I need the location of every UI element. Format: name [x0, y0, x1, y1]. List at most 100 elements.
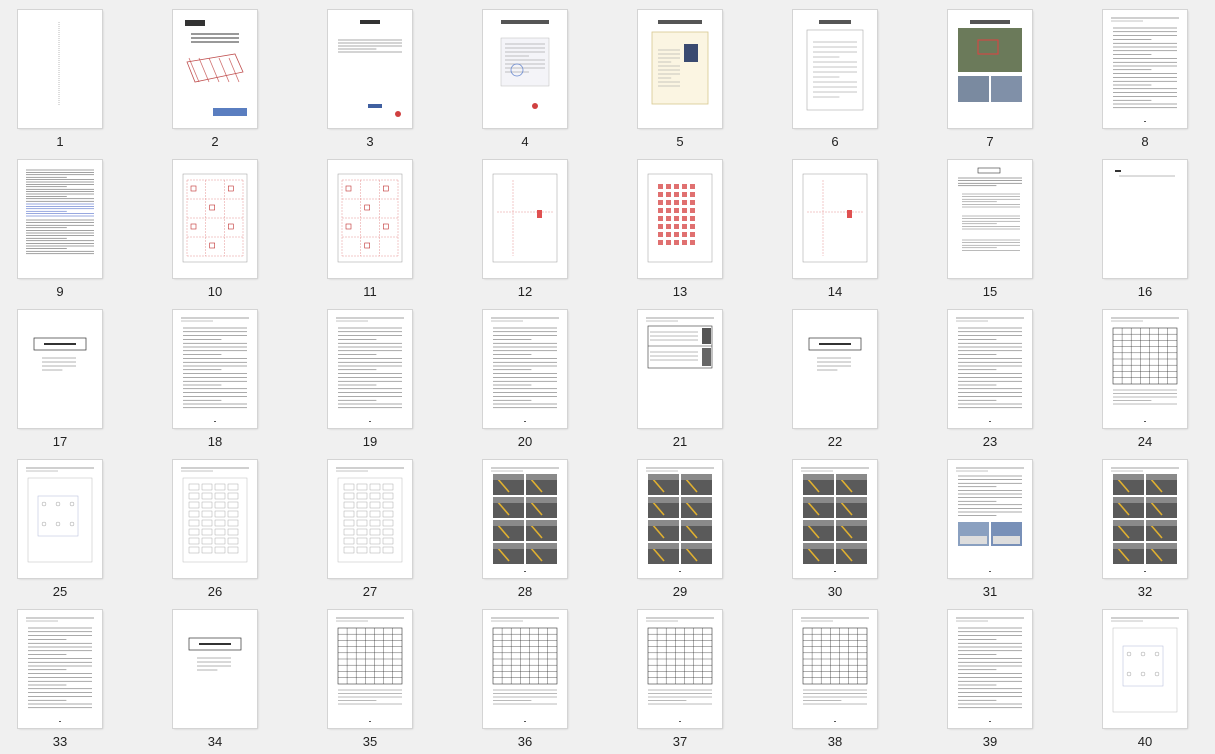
page-preview[interactable] [483, 460, 567, 578]
page-thumbnail[interactable]: 26 [173, 460, 257, 600]
page-preview[interactable] [948, 310, 1032, 428]
page-thumbnail[interactable]: 8 [1103, 10, 1187, 150]
page-thumbnail[interactable]: 19 [328, 310, 412, 450]
page-thumbnail[interactable]: 13 [638, 160, 722, 300]
page-thumbnail[interactable]: 27 [328, 460, 412, 600]
page-number-label: 12 [517, 284, 533, 299]
page-preview-graphic [491, 467, 559, 572]
page-thumbnail[interactable]: 35 [328, 610, 412, 750]
page-preview[interactable] [328, 160, 412, 278]
page-thumbnail[interactable]: 6 [793, 10, 877, 150]
page-preview[interactable] [793, 10, 877, 128]
page-number-label: 8 [1141, 134, 1149, 149]
page-preview[interactable] [483, 10, 567, 128]
page-preview-graphic [337, 173, 403, 263]
page-preview[interactable] [328, 310, 412, 428]
page-preview[interactable] [793, 610, 877, 728]
page-preview[interactable] [483, 160, 567, 278]
page-preview[interactable] [1103, 10, 1187, 128]
page-thumbnail[interactable]: 32 [1103, 460, 1187, 600]
page-preview-graphic [651, 20, 709, 105]
page-preview[interactable] [638, 160, 722, 278]
page-thumbnail[interactable]: 29 [638, 460, 722, 600]
page-thumbnail[interactable]: 20 [483, 310, 567, 450]
page-preview[interactable] [18, 460, 102, 578]
page-thumbnail[interactable]: 11 [328, 160, 412, 300]
page-number-label: 18 [207, 434, 223, 449]
page-preview-graphic [802, 173, 868, 263]
page-number-label: 4 [521, 134, 529, 149]
page-thumbnail[interactable]: 10 [173, 160, 257, 300]
page-thumbnail[interactable]: 17 [18, 310, 102, 450]
page-thumbnail[interactable]: 5 [638, 10, 722, 150]
page-number-label: 5 [676, 134, 684, 149]
page-thumbnail[interactable]: 37 [638, 610, 722, 750]
page-preview[interactable] [638, 310, 722, 428]
page-preview[interactable] [638, 460, 722, 578]
page-thumbnail[interactable]: 14 [793, 160, 877, 300]
page-thumbnail[interactable]: 38 [793, 610, 877, 750]
page-preview[interactable] [18, 10, 102, 128]
page-preview[interactable] [483, 310, 567, 428]
page-thumbnail[interactable]: 39 [948, 610, 1032, 750]
page-thumbnail[interactable]: 40 [1103, 610, 1187, 750]
page-thumbnail[interactable]: 1 [18, 10, 102, 150]
page-thumbnail[interactable]: 18 [173, 310, 257, 450]
page-number-label: 32 [1137, 584, 1153, 599]
page-preview[interactable] [948, 160, 1032, 278]
page-thumbnail[interactable]: 33 [18, 610, 102, 750]
page-number-label: 2 [211, 134, 219, 149]
page-preview[interactable] [948, 10, 1032, 128]
page-preview[interactable] [173, 610, 257, 728]
page-thumbnail[interactable]: 22 [793, 310, 877, 450]
page-preview[interactable] [328, 460, 412, 578]
page-preview-graphic [26, 169, 94, 255]
page-number-label: 39 [982, 734, 998, 749]
page-preview[interactable] [173, 10, 257, 128]
page-preview[interactable] [948, 610, 1032, 728]
page-thumbnail[interactable]: 9 [18, 160, 102, 300]
page-preview-graphic [33, 337, 87, 371]
page-preview[interactable] [18, 310, 102, 428]
page-thumbnail[interactable]: 4 [483, 10, 567, 150]
page-thumbnail[interactable]: 2 [173, 10, 257, 150]
page-thumbnail[interactable]: 15 [948, 160, 1032, 300]
page-preview[interactable] [1103, 460, 1187, 578]
page-preview[interactable] [173, 310, 257, 428]
page-preview[interactable] [1103, 610, 1187, 728]
page-thumbnail[interactable]: 30 [793, 460, 877, 600]
page-preview[interactable] [638, 610, 722, 728]
page-preview[interactable] [793, 460, 877, 578]
page-preview[interactable] [1103, 160, 1187, 278]
page-preview[interactable] [328, 610, 412, 728]
page-preview[interactable] [793, 310, 877, 428]
page-preview[interactable] [18, 160, 102, 278]
page-number-label: 20 [517, 434, 533, 449]
page-number-label: 15 [982, 284, 998, 299]
page-preview[interactable] [18, 610, 102, 728]
page-preview[interactable] [173, 160, 257, 278]
page-preview[interactable] [638, 10, 722, 128]
page-thumbnail[interactable]: 7 [948, 10, 1032, 150]
page-thumbnail[interactable]: 34 [173, 610, 257, 750]
page-number-label: 40 [1137, 734, 1153, 749]
page-thumbnail[interactable]: 12 [483, 160, 567, 300]
page-thumbnail[interactable]: 28 [483, 460, 567, 600]
page-thumbnail[interactable]: 36 [483, 610, 567, 750]
page-thumbnail[interactable]: 23 [948, 310, 1032, 450]
page-thumbnail[interactable]: 3 [328, 10, 412, 150]
page-thumbnail[interactable]: 25 [18, 460, 102, 600]
page-preview[interactable] [173, 460, 257, 578]
page-thumbnail[interactable]: 24 [1103, 310, 1187, 450]
page-preview[interactable] [793, 160, 877, 278]
page-preview[interactable] [328, 10, 412, 128]
page-preview-graphic [26, 617, 94, 722]
page-number-label: 21 [672, 434, 688, 449]
page-thumbnail[interactable]: 16 [1103, 160, 1187, 300]
page-number-label: 11 [363, 284, 377, 299]
page-preview[interactable] [483, 610, 567, 728]
page-preview[interactable] [1103, 310, 1187, 428]
page-thumbnail[interactable]: 31 [948, 460, 1032, 600]
page-thumbnail[interactable]: 21 [638, 310, 722, 450]
page-preview[interactable] [948, 460, 1032, 578]
